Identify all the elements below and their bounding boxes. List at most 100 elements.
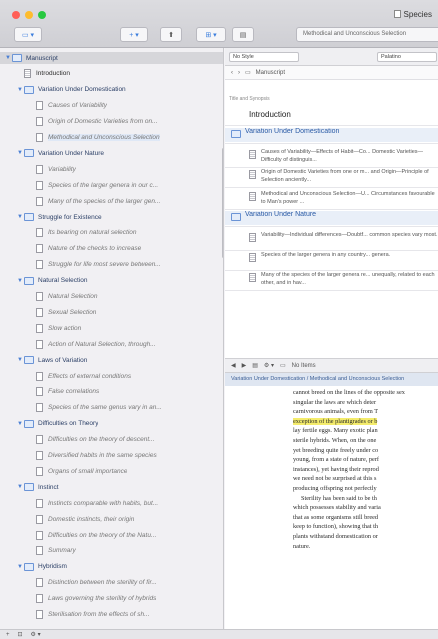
folder-icon	[24, 149, 34, 158]
settings-icon[interactable]: ⚙ ▾	[31, 631, 41, 638]
binder-item-label: Variation Under Nature	[38, 149, 104, 157]
binder-document[interactable]: Species of the same genus vary in an...	[0, 402, 223, 414]
binder-document[interactable]: Sexual Selection	[0, 306, 223, 318]
binder-document[interactable]: Organs of small importance	[0, 465, 223, 477]
disclosure-triangle-icon[interactable]: ▼	[16, 150, 24, 156]
outline-folder[interactable]: Variation Under Domestication	[225, 128, 438, 142]
disclosure-triangle-icon[interactable]: ▼	[4, 55, 12, 61]
highlighted-text: exception of the plantigrades or b	[293, 417, 378, 425]
document-icon	[36, 610, 43, 619]
binder-document[interactable]: Diversified habits in the same species	[0, 450, 223, 462]
search-field[interactable]: Methodical and Unconscious Selection	[296, 27, 438, 42]
add-icon[interactable]: +	[6, 632, 10, 638]
document-icon	[36, 371, 43, 381]
outline-doc[interactable]: Origin of Domestic Varieties from one or…	[225, 168, 438, 186]
binder-folder[interactable]: ▼ Instinct	[0, 481, 223, 493]
style-select[interactable]: No Style	[229, 52, 299, 62]
document-icon	[36, 307, 43, 317]
back-icon[interactable]: ‹	[231, 70, 233, 76]
disclosure-triangle-icon[interactable]: ▼	[16, 421, 24, 427]
binder-folder[interactable]: ▼ Difficulties on Theory	[0, 418, 223, 430]
minimize-window-button[interactable]	[25, 11, 33, 19]
forward-icon[interactable]: ▶	[242, 362, 247, 369]
body-line: that as some organisms still breed	[293, 513, 379, 521]
document-icon	[249, 170, 256, 179]
binder-document[interactable]: Methodical and Unconscious Selection	[0, 132, 223, 144]
add-button[interactable]: + ▾	[120, 27, 148, 42]
binder-folder[interactable]: ▼ Variation Under Domestication	[0, 84, 223, 96]
binder-document[interactable]: Sterilisation from the effects of sh...	[0, 609, 223, 621]
item-count: No Items	[291, 362, 316, 369]
disclosure-triangle-icon[interactable]: ▼	[16, 484, 24, 490]
binder-document[interactable]: Laws governing the sterility of hybrids	[0, 593, 223, 605]
binder-document[interactable]: Domestic instincts, their origin	[0, 513, 223, 525]
outline-title[interactable]: Introduction	[225, 110, 438, 124]
binder-document[interactable]: Difficulties on the theory of the Natu..…	[0, 529, 223, 541]
binder-document[interactable]: Its bearing on natural selection	[0, 227, 223, 239]
binder-folder[interactable]: ▼ Struggle for Existence	[0, 211, 223, 223]
outline-doc[interactable]: Causes of Variability—Effects of Habit—C…	[225, 148, 438, 166]
binder-document[interactable]: Many of the species of the larger gen...	[0, 195, 223, 207]
document-icon	[36, 387, 43, 397]
back-icon[interactable]: ◀	[231, 362, 236, 369]
binder-document[interactable]: Origin of Domestic Varieties from on...	[0, 116, 223, 128]
binder-item-label: Origin of Domestic Varieties from on...	[48, 118, 158, 126]
folder-add-icon[interactable]: ⊡	[18, 631, 23, 638]
binder-document[interactable]: Species of the larger genera in our c...	[0, 179, 223, 191]
binder-document[interactable]: Variability	[0, 163, 223, 175]
outline-folder[interactable]: Variation Under Nature	[225, 211, 438, 225]
divider	[225, 125, 438, 126]
divider	[225, 290, 438, 291]
binder-folder[interactable]: ▼ Laws of Variation	[0, 354, 223, 366]
layout-button[interactable]: ⊞ ▾	[196, 27, 226, 42]
body-line: cannot breed on the lines of the opposit…	[293, 389, 405, 396]
binder-document[interactable]: Distinction between the sterility of fir…	[0, 577, 223, 589]
disclosure-triangle-icon[interactable]: ▼	[16, 278, 24, 284]
binder-document[interactable]: Summary	[0, 545, 223, 557]
share-button[interactable]: ⬆	[160, 27, 182, 42]
view-mode-button[interactable]: ▭ ▾	[14, 27, 42, 42]
binder-document[interactable]: Effects of external conditions	[0, 370, 223, 382]
close-window-button[interactable]	[12, 11, 20, 19]
document-icon	[36, 196, 43, 206]
disclosure-triangle-icon[interactable]: ▼	[16, 357, 24, 363]
outline-doc[interactable]: Methodical and Unconscious Selection—U..…	[225, 190, 438, 208]
document-icon	[36, 133, 43, 142]
outline-doc[interactable]: Many of the species of the larger genera…	[225, 271, 438, 289]
binder-scrollbar[interactable]	[222, 148, 223, 258]
binder-document[interactable]: Nature of the checks to increase	[0, 243, 223, 255]
binder-folder[interactable]: ▼ Variation Under Nature	[0, 147, 223, 159]
document-icon	[36, 164, 43, 174]
disclosure-triangle-icon[interactable]: ▼	[16, 214, 24, 220]
settings-icon[interactable]: ⚙ ▾	[264, 362, 274, 369]
binder-document[interactable]: Difficulties on the theory of descent...	[0, 434, 223, 446]
binder-folder[interactable]: ▼ Natural Selection	[0, 275, 223, 287]
binder-folder[interactable]: ▼ Manuscript	[0, 52, 223, 64]
disclosure-triangle-icon[interactable]: ▼	[16, 87, 24, 93]
document-icon	[36, 578, 43, 588]
document-body[interactable]: cannot breed on the lines of the opposit…	[293, 388, 438, 629]
document-icon	[249, 233, 256, 242]
outline-doc[interactable]: Variability—Individual differences—Doubt…	[225, 231, 438, 249]
outline-doc[interactable]: Species of the larger genera in any coun…	[225, 251, 438, 269]
binder-item-label: Action of Natural Selection, through...	[48, 340, 156, 348]
outline-text: Introduction	[249, 110, 291, 119]
binder-document[interactable]: Struggle for life most severe between...	[0, 259, 223, 271]
binder-document[interactable]: Causes of Variability	[0, 100, 223, 112]
binder-folder[interactable]: ▼ Hybridism	[0, 561, 223, 573]
binder-document[interactable]: Action of Natural Selection, through...	[0, 338, 223, 350]
binder-document[interactable]: Natural Selection	[0, 291, 223, 303]
binder-item-label: Difficulties on Theory	[38, 420, 99, 428]
binder-document[interactable]: Introduction	[0, 68, 223, 80]
binder-document[interactable]: Slow action	[0, 322, 223, 334]
font-select[interactable]: Palatino	[377, 52, 437, 62]
zoom-window-button[interactable]	[38, 11, 46, 19]
document-icon[interactable]: ▤	[252, 362, 258, 369]
split-icon[interactable]: ▭	[280, 362, 286, 369]
binder-document[interactable]: False correlations	[0, 386, 223, 398]
forward-icon[interactable]: ›	[238, 70, 240, 76]
disclosure-triangle-icon[interactable]: ▼	[16, 564, 24, 570]
binder-document[interactable]: Instincts comparable with habits, but...	[0, 497, 223, 509]
outline-text: Variation Under Domestication	[245, 128, 340, 135]
inspector-button[interactable]: ▤	[232, 27, 254, 42]
